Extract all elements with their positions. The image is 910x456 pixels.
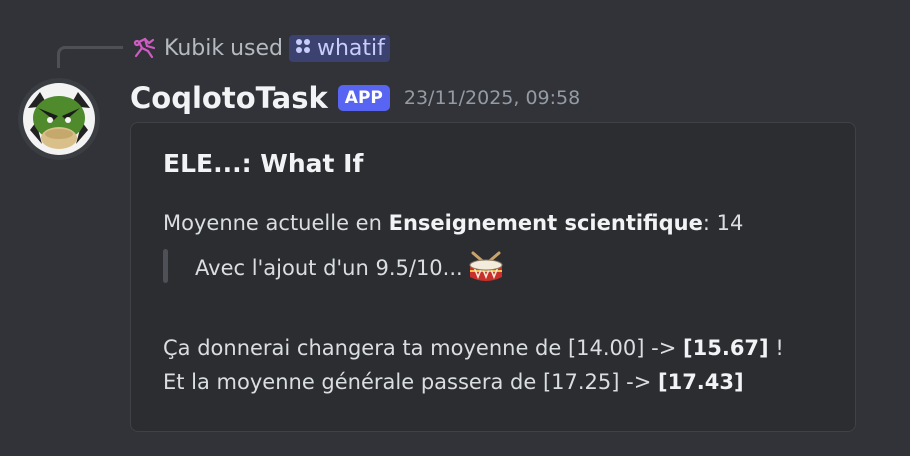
drum-emoji-icon [467, 251, 505, 285]
reply-connector [57, 46, 123, 68]
kubik-avatar-icon[interactable] [130, 34, 158, 62]
subject-new-average: [15.67] [683, 336, 769, 360]
slash-command-icon [294, 36, 312, 61]
command-name: whatif [317, 35, 385, 61]
current-average-value: : 14 [702, 211, 744, 235]
subject-name: Enseignement scientifique [388, 211, 703, 235]
general-result-line: Et la moyenne générale passera de [17.25… [163, 370, 744, 394]
general-new-average: [17.43] [657, 370, 744, 394]
embed-card: ELE...: What If Moyenne actuelle en Ense… [130, 122, 856, 432]
author-avatar[interactable] [18, 78, 100, 160]
current-average-prefix: Moyenne actuelle en [163, 211, 382, 235]
general-result-prefix: Et la moyenne générale passera de [17.25… [163, 370, 652, 394]
reply-action: used [230, 35, 283, 61]
author-username[interactable]: CoqlotoTask [130, 81, 328, 115]
subject-result-suffix: ! [768, 336, 784, 360]
app-badge: APP [337, 85, 390, 111]
quote-text: Avec l'ajout d'un 9.5/10... [195, 256, 463, 280]
quote-bar [163, 249, 168, 283]
embed-title: ELE...: What If [163, 149, 364, 178]
current-average-line: Moyenne actuelle en Enseignement scienti… [163, 211, 743, 235]
subject-result-prefix: Ça donnerai changera ta moyenne de [14.0… [163, 336, 677, 360]
reply-username[interactable]: Kubik [164, 36, 224, 61]
quote-block: Avec l'ajout d'un 9.5/10... [195, 251, 505, 285]
command-reply-context: Kubik used whatif [130, 32, 390, 64]
command-mention[interactable]: whatif [289, 34, 390, 62]
message-header: CoqlotoTask APP 23/11/2025, 09:58 [130, 78, 580, 118]
message-timestamp[interactable]: 23/11/2025, 09:58 [404, 87, 580, 109]
subject-result-line: Ça donnerai changera ta moyenne de [14.0… [163, 336, 784, 360]
